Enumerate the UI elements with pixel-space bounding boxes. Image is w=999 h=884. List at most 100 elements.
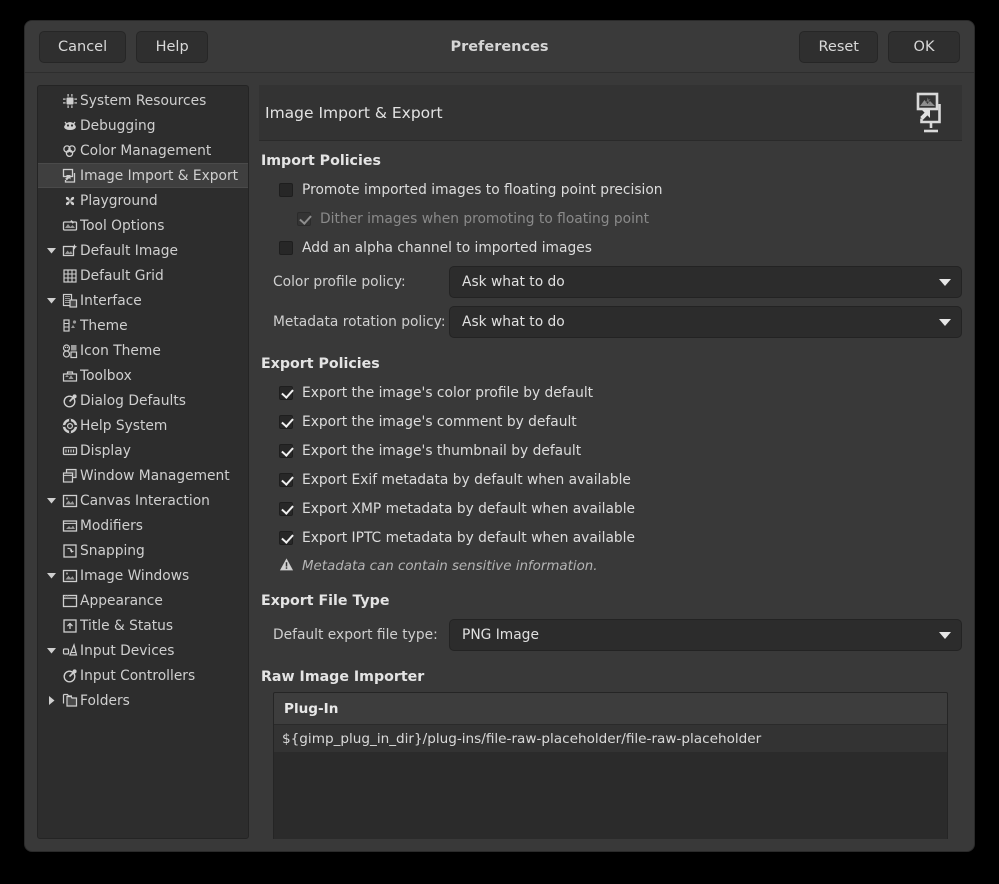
checkbox-checked-icon[interactable] (279, 415, 293, 429)
chevron-down-icon[interactable] (42, 570, 60, 581)
checkbox-label: Export IPTC metadata by default when ava… (302, 530, 635, 546)
checkbox-label: Add an alpha channel to imported images (302, 240, 592, 256)
sidebar-item-snapping[interactable]: Snapping (38, 538, 248, 563)
checkbox-checked-icon[interactable] (279, 444, 293, 458)
raw-importer-plugin-list[interactable]: Plug-In ${gimp_plug_in_dir}/plug-ins/fil… (273, 692, 948, 839)
theme-icon (60, 318, 79, 334)
import-policy-checkbox-row[interactable]: Add an alpha channel to imported images (259, 233, 962, 262)
sidebar-item-playground[interactable]: Playground (38, 188, 248, 213)
sidebar-item-system-resources[interactable]: System Resources (38, 88, 248, 113)
sidebar-item-color-management[interactable]: Color Management (38, 138, 248, 163)
image-import-export-icon (904, 90, 950, 136)
preferences-main-panel: Image Import & Export (259, 85, 962, 839)
sidebar-item-folders[interactable]: Folders (38, 688, 248, 713)
ok-button[interactable]: OK (888, 31, 960, 63)
sidebar-item-help-system[interactable]: Help System (38, 413, 248, 438)
sidebar-item-tool-options[interactable]: Tool Options (38, 213, 248, 238)
chevron-down-icon (939, 319, 951, 326)
sidebar-item-debugging[interactable]: Debugging (38, 113, 248, 138)
page-title: Image Import & Export (265, 104, 904, 122)
section-title-import-policies: Import Policies (261, 153, 962, 169)
export-policy-checkbox-row[interactable]: Export IPTC metadata by default when ava… (259, 523, 962, 552)
metadata-rotation-policy-dropdown[interactable]: Ask what to do (449, 306, 962, 338)
page-header: Image Import & Export (259, 85, 962, 141)
dialog-titlebar: Cancel Help Preferences Reset OK (25, 21, 974, 73)
tool-options-icon (60, 218, 79, 234)
checkbox-label: Export the image's comment by default (302, 414, 577, 430)
sidebar-item-modifiers[interactable]: Modifiers (38, 513, 248, 538)
input-controllers-icon (60, 668, 79, 684)
import-policies-field-group: Color profile policy:Ask what to doMetad… (259, 262, 962, 342)
import-policy-checkbox-row[interactable]: Promote imported images to floating poin… (259, 175, 962, 204)
checkbox-unchecked-icon[interactable] (279, 241, 293, 255)
chevron-down-icon[interactable] (42, 295, 60, 306)
sidebar-item-theme[interactable]: Theme (38, 313, 248, 338)
sidebar-item-default-image[interactable]: Default Image (38, 238, 248, 263)
checkbox-unchecked-icon[interactable] (279, 183, 293, 197)
section-title-raw-image-importer: Raw Image Importer (261, 669, 962, 685)
preferences-sidebar[interactable]: System ResourcesDebuggingColor Managemen… (37, 85, 249, 839)
sidebar-item-label: Icon Theme (80, 343, 161, 359)
checkbox-checked-icon[interactable] (279, 531, 293, 545)
export-policy-checkbox-row[interactable]: Export the image's color profile by defa… (259, 378, 962, 407)
interface-icon (60, 293, 79, 309)
sidebar-item-toolbox[interactable]: Toolbox (38, 363, 248, 388)
sidebar-item-window-management[interactable]: Window Management (38, 463, 248, 488)
sidebar-item-label: Input Controllers (80, 668, 195, 684)
sidebar-item-interface[interactable]: Interface (38, 288, 248, 313)
default-export-file-type-dropdown[interactable]: PNG Image (449, 619, 962, 651)
sidebar-item-image-windows[interactable]: Image Windows (38, 563, 248, 588)
checkbox-label: Export the image's thumbnail by default (302, 443, 581, 459)
chevron-right-icon[interactable] (42, 695, 60, 706)
titlebar-right-buttons: Reset OK (799, 31, 960, 63)
cancel-button[interactable]: Cancel (39, 31, 126, 63)
modifiers-icon (60, 518, 79, 534)
export-policy-checkbox-row[interactable]: Export XMP metadata by default when avai… (259, 494, 962, 523)
chevron-down-icon[interactable] (42, 245, 60, 256)
plugin-list-column-header[interactable]: Plug-In (274, 693, 947, 725)
sidebar-item-input-controllers[interactable]: Input Controllers (38, 663, 248, 688)
cpu-chip-icon (60, 93, 79, 109)
export-policy-checkbox-row[interactable]: Export the image's comment by default (259, 407, 962, 436)
playground-icon (60, 193, 79, 209)
sidebar-item-dialog-defaults[interactable]: Dialog Defaults (38, 388, 248, 413)
sidebar-item-appearance[interactable]: Appearance (38, 588, 248, 613)
chevron-down-icon[interactable] (42, 645, 60, 656)
checkbox-checked-icon (297, 212, 311, 226)
sidebar-item-default-grid[interactable]: Default Grid (38, 263, 248, 288)
policy-field-row: Metadata rotation policy:Ask what to do (259, 302, 962, 342)
sidebar-item-label: Playground (80, 193, 158, 209)
section-title-export-policies: Export Policies (261, 356, 962, 372)
help-button[interactable]: Help (136, 31, 208, 63)
checkbox-checked-icon[interactable] (279, 386, 293, 400)
chevron-down-icon (939, 632, 951, 639)
checkbox-checked-icon[interactable] (279, 502, 293, 516)
image-import-export-icon (60, 168, 79, 184)
reset-button[interactable]: Reset (799, 31, 878, 63)
sidebar-item-label: Help System (80, 418, 167, 434)
wilber-bug-icon (60, 118, 79, 134)
checkbox-checked-icon[interactable] (279, 473, 293, 487)
export-policy-checkbox-row[interactable]: Export Exif metadata by default when ava… (259, 465, 962, 494)
metadata-warning-text: Metadata can contain sensitive informati… (302, 559, 598, 574)
sidebar-item-canvas-interaction[interactable]: Canvas Interaction (38, 488, 248, 513)
sidebar-item-image-import-export[interactable]: Image Import & Export (38, 163, 248, 188)
grid-icon (60, 268, 79, 284)
export-policy-checkbox-row[interactable]: Export the image's thumbnail by default (259, 436, 962, 465)
sidebar-item-input-devices[interactable]: Input Devices (38, 638, 248, 663)
plugin-list-row[interactable]: ${gimp_plug_in_dir}/plug-ins/file-raw-pl… (274, 725, 947, 752)
sidebar-item-title-status[interactable]: Title & Status (38, 613, 248, 638)
chevron-down-icon[interactable] (42, 495, 60, 506)
sidebar-item-display[interactable]: Display (38, 438, 248, 463)
icon-theme-icon (60, 343, 79, 359)
sidebar-item-label: Theme (80, 318, 128, 334)
display-icon (60, 443, 79, 459)
color-profile-policy-dropdown[interactable]: Ask what to do (449, 266, 962, 298)
dropdown-value: Ask what to do (462, 274, 931, 290)
toolbox-icon (60, 368, 79, 384)
metadata-warning-note: Metadata can contain sensitive informati… (259, 553, 962, 579)
import-policies-checkbox-group: Promote imported images to floating poin… (259, 175, 962, 262)
sidebar-item-icon-theme[interactable]: Icon Theme (38, 338, 248, 363)
checkbox-label: Promote imported images to floating poin… (302, 182, 663, 198)
sidebar-item-label: Canvas Interaction (80, 493, 210, 509)
